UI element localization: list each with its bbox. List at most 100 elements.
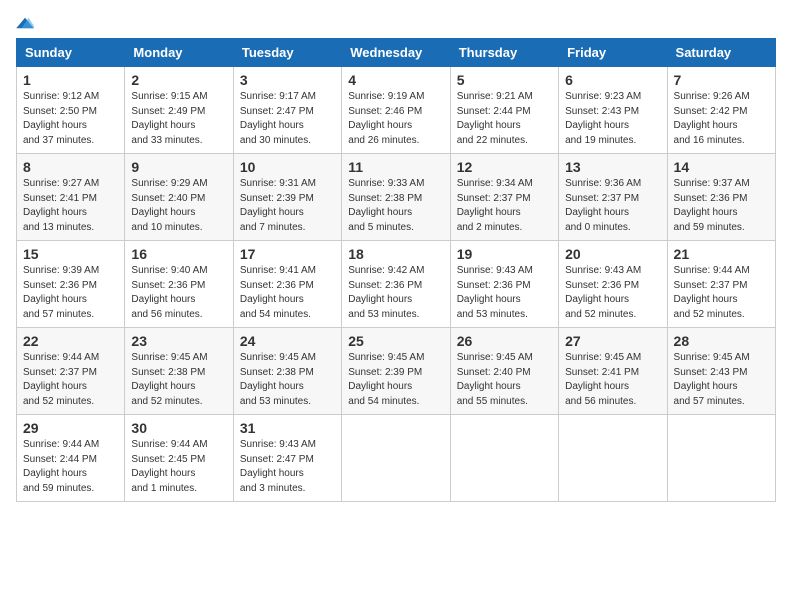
- calendar-cell: 27Sunrise: 9:45 AMSunset: 2:41 PMDayligh…: [559, 328, 667, 415]
- page-header: [16, 16, 776, 30]
- calendar-cell: 17 Sunrise: 9:41 AMSunset: 2:36 PMDayligh…: [233, 241, 341, 328]
- calendar-header-friday: Friday: [559, 39, 667, 67]
- day-info: Sunrise: 9:44 AMSunset: 2:45 PMDaylight …: [131, 439, 207, 494]
- day-info: Sunrise: 9:45 AMSunset: 2:41 PMDaylight …: [565, 352, 641, 407]
- calendar-cell: 1 Sunrise: 9:12 AMSunset: 2:50 PMDaylight…: [17, 67, 125, 154]
- calendar-cell: 6 Sunrise: 9:23 AMSunset: 2:43 PMDaylight…: [559, 67, 667, 154]
- logo: [16, 16, 36, 30]
- calendar-week-3: 15 Sunrise: 9:39 AMSunset: 2:36 PMDayligh…: [17, 241, 776, 328]
- day-info: Sunrise: 9:41 AMSunset: 2:36 PMDaylight …: [240, 265, 316, 320]
- calendar-cell: 30 Sunrise: 9:44 AMSunset: 2:45 PMDayligh…: [125, 415, 233, 502]
- calendar-cell: 24Sunrise: 9:45 AMSunset: 2:38 PMDayligh…: [233, 328, 341, 415]
- calendar-cell: 19 Sunrise: 9:43 AMSunset: 2:36 PMDayligh…: [450, 241, 558, 328]
- calendar-cell: 21 Sunrise: 9:44 AMSunset: 2:37 PMDayligh…: [667, 241, 775, 328]
- calendar-cell: 22 Sunrise: 9:44 AMSunset: 2:37 PMDayligh…: [17, 328, 125, 415]
- calendar-cell: 18 Sunrise: 9:42 AMSunset: 2:36 PMDayligh…: [342, 241, 450, 328]
- day-info: Sunrise: 9:45 AMSunset: 2:39 PMDaylight …: [348, 352, 424, 407]
- calendar-cell: 7Sunrise: 9:26 AMSunset: 2:42 PMDaylight…: [667, 67, 775, 154]
- calendar-header-saturday: Saturday: [667, 39, 775, 67]
- calendar-cell: 14 Sunrise: 9:37 AMSunset: 2:36 PMDayligh…: [667, 154, 775, 241]
- calendar-week-1: 1 Sunrise: 9:12 AMSunset: 2:50 PMDaylight…: [17, 67, 776, 154]
- calendar-cell: 26 Sunrise: 9:45 AMSunset: 2:40 PMDayligh…: [450, 328, 558, 415]
- calendar-week-2: 8 Sunrise: 9:27 AMSunset: 2:41 PMDaylight…: [17, 154, 776, 241]
- calendar-cell: 12Sunrise: 9:34 AMSunset: 2:37 PMDayligh…: [450, 154, 558, 241]
- calendar-cell: 2 Sunrise: 9:15 AMSunset: 2:49 PMDaylight…: [125, 67, 233, 154]
- day-info: Sunrise: 9:43 AMSunset: 2:36 PMDaylight …: [457, 265, 533, 320]
- day-number: 4: [348, 72, 443, 88]
- day-info: Sunrise: 9:19 AMSunset: 2:46 PMDaylight …: [348, 91, 424, 146]
- day-info: Sunrise: 9:45 AMSunset: 2:43 PMDaylight …: [674, 352, 750, 407]
- day-number: 3: [240, 72, 335, 88]
- day-info: Sunrise: 9:45 AMSunset: 2:38 PMDaylight …: [131, 352, 207, 407]
- day-number: 29: [23, 420, 118, 436]
- day-number: 9: [131, 159, 226, 175]
- day-number: 18: [348, 246, 443, 262]
- calendar-cell: 4 Sunrise: 9:19 AMSunset: 2:46 PMDaylight…: [342, 67, 450, 154]
- day-number: 21: [674, 246, 769, 262]
- day-info: Sunrise: 9:45 AMSunset: 2:40 PMDaylight …: [457, 352, 533, 407]
- calendar-cell: 31 Sunrise: 9:43 AMSunset: 2:47 PMDayligh…: [233, 415, 341, 502]
- day-number: 2: [131, 72, 226, 88]
- day-number: 15: [23, 246, 118, 262]
- day-number: 14: [674, 159, 769, 175]
- day-number: 25: [348, 333, 443, 349]
- day-info: Sunrise: 9:42 AMSunset: 2:36 PMDaylight …: [348, 265, 424, 320]
- day-number: 5: [457, 72, 552, 88]
- calendar-cell: 10Sunrise: 9:31 AMSunset: 2:39 PMDayligh…: [233, 154, 341, 241]
- day-info: Sunrise: 9:37 AMSunset: 2:36 PMDaylight …: [674, 178, 750, 233]
- calendar-week-4: 22 Sunrise: 9:44 AMSunset: 2:37 PMDayligh…: [17, 328, 776, 415]
- calendar-week-5: 29Sunrise: 9:44 AMSunset: 2:44 PMDayligh…: [17, 415, 776, 502]
- day-info: Sunrise: 9:21 AMSunset: 2:44 PMDaylight …: [457, 91, 533, 146]
- calendar-cell: 29Sunrise: 9:44 AMSunset: 2:44 PMDayligh…: [17, 415, 125, 502]
- day-number: 13: [565, 159, 660, 175]
- day-info: Sunrise: 9:40 AMSunset: 2:36 PMDaylight …: [131, 265, 207, 320]
- day-info: Sunrise: 9:43 AMSunset: 2:36 PMDaylight …: [565, 265, 641, 320]
- calendar-header-wednesday: Wednesday: [342, 39, 450, 67]
- day-number: 23: [131, 333, 226, 349]
- calendar-header-row: SundayMondayTuesdayWednesdayThursdayFrid…: [17, 39, 776, 67]
- day-number: 17: [240, 246, 335, 262]
- day-number: 30: [131, 420, 226, 436]
- calendar-cell: 25 Sunrise: 9:45 AMSunset: 2:39 PMDayligh…: [342, 328, 450, 415]
- calendar-header-thursday: Thursday: [450, 39, 558, 67]
- day-info: Sunrise: 9:44 AMSunset: 2:37 PMDaylight …: [23, 352, 99, 407]
- calendar-cell: 20 Sunrise: 9:43 AMSunset: 2:36 PMDayligh…: [559, 241, 667, 328]
- day-info: Sunrise: 9:45 AMSunset: 2:38 PMDaylight …: [240, 352, 316, 407]
- day-number: 16: [131, 246, 226, 262]
- calendar-header-monday: Monday: [125, 39, 233, 67]
- day-info: Sunrise: 9:33 AMSunset: 2:38 PMDaylight …: [348, 178, 424, 233]
- day-number: 6: [565, 72, 660, 88]
- day-number: 8: [23, 159, 118, 175]
- day-number: 22: [23, 333, 118, 349]
- day-info: Sunrise: 9:12 AMSunset: 2:50 PMDaylight …: [23, 91, 99, 146]
- day-info: Sunrise: 9:36 AMSunset: 2:37 PMDaylight …: [565, 178, 641, 233]
- day-number: 26: [457, 333, 552, 349]
- day-number: 20: [565, 246, 660, 262]
- day-number: 11: [348, 159, 443, 175]
- calendar: SundayMondayTuesdayWednesdayThursdayFrid…: [16, 38, 776, 502]
- calendar-cell: [450, 415, 558, 502]
- logo-icon: [16, 16, 34, 30]
- day-info: Sunrise: 9:39 AMSunset: 2:36 PMDaylight …: [23, 265, 99, 320]
- calendar-cell: [342, 415, 450, 502]
- day-info: Sunrise: 9:29 AMSunset: 2:40 PMDaylight …: [131, 178, 207, 233]
- calendar-cell: 11 Sunrise: 9:33 AMSunset: 2:38 PMDayligh…: [342, 154, 450, 241]
- calendar-cell: 15 Sunrise: 9:39 AMSunset: 2:36 PMDayligh…: [17, 241, 125, 328]
- day-info: Sunrise: 9:44 AMSunset: 2:37 PMDaylight …: [674, 265, 750, 320]
- calendar-cell: 23 Sunrise: 9:45 AMSunset: 2:38 PMDayligh…: [125, 328, 233, 415]
- day-info: Sunrise: 9:27 AMSunset: 2:41 PMDaylight …: [23, 178, 99, 233]
- day-number: 31: [240, 420, 335, 436]
- calendar-cell: 9 Sunrise: 9:29 AMSunset: 2:40 PMDaylight…: [125, 154, 233, 241]
- day-number: 19: [457, 246, 552, 262]
- calendar-cell: 8 Sunrise: 9:27 AMSunset: 2:41 PMDaylight…: [17, 154, 125, 241]
- calendar-cell: 3Sunrise: 9:17 AMSunset: 2:47 PMDaylight…: [233, 67, 341, 154]
- calendar-header-sunday: Sunday: [17, 39, 125, 67]
- day-number: 1: [23, 72, 118, 88]
- day-info: Sunrise: 9:23 AMSunset: 2:43 PMDaylight …: [565, 91, 641, 146]
- day-info: Sunrise: 9:43 AMSunset: 2:47 PMDaylight …: [240, 439, 316, 494]
- calendar-header-tuesday: Tuesday: [233, 39, 341, 67]
- day-number: 12: [457, 159, 552, 175]
- day-number: 7: [674, 72, 769, 88]
- calendar-cell: [667, 415, 775, 502]
- day-info: Sunrise: 9:15 AMSunset: 2:49 PMDaylight …: [131, 91, 207, 146]
